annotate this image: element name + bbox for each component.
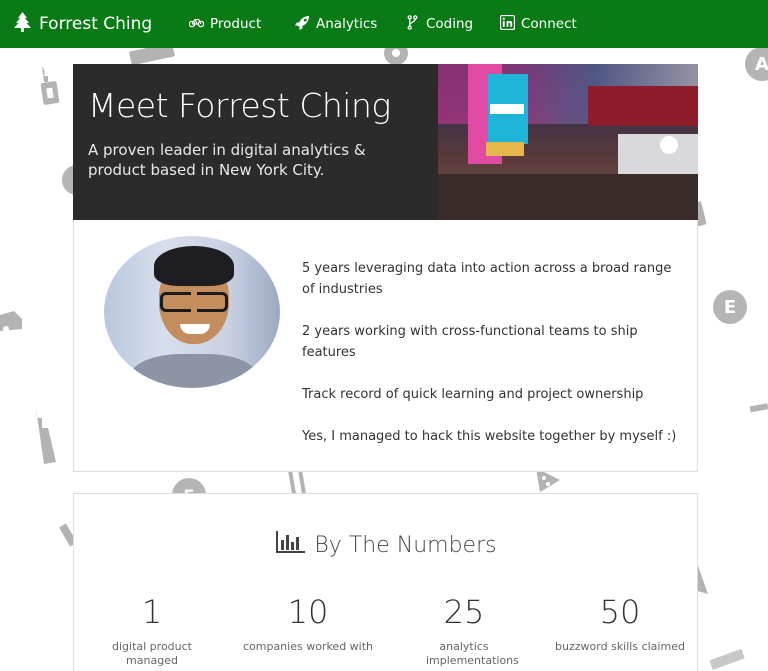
nav-product-label: Product bbox=[210, 16, 262, 32]
bar-chart-icon bbox=[276, 530, 306, 560]
stat-value: 25 bbox=[443, 593, 485, 631]
about-bullet: Yes, I managed to hack this website toge… bbox=[302, 429, 677, 444]
stat-label: analytics implementations bbox=[426, 640, 519, 667]
hero-text-panel: Meet Forrest Ching A proven leader in di… bbox=[73, 64, 438, 220]
stat-value: 1 bbox=[141, 593, 163, 631]
rocket-icon bbox=[295, 15, 310, 34]
numbers-heading: By The Numbers bbox=[74, 530, 699, 560]
profile-photo bbox=[104, 236, 280, 388]
nav-connect[interactable]: Connect bbox=[499, 0, 577, 48]
code-fork-icon bbox=[405, 14, 420, 34]
stat-label: buzzword skills claimed bbox=[555, 640, 685, 653]
tree-icon bbox=[14, 11, 31, 37]
nyc-logo-icon bbox=[708, 648, 748, 671]
nav-analytics-label: Analytics bbox=[316, 16, 378, 32]
nav-analytics[interactable]: Analytics bbox=[295, 0, 377, 48]
hero-banner: Meet Forrest Ching A proven leader in di… bbox=[73, 64, 698, 220]
nav-coding[interactable]: Coding bbox=[405, 0, 473, 48]
hero-subtitle: A proven leader in digital analytics & p… bbox=[88, 141, 366, 179]
stat-label: companies worked with bbox=[242, 640, 374, 653]
letter-a-badge: A bbox=[745, 47, 768, 81]
brand-link[interactable]: Forrest Ching bbox=[14, 0, 152, 48]
navbar: Forrest Ching Product Analytics Coding C… bbox=[0, 0, 768, 48]
letter-e-badge: E bbox=[713, 290, 747, 324]
bicycle-icon bbox=[188, 15, 205, 34]
nav-coding-label: Coding bbox=[426, 16, 474, 32]
stat-value: 10 bbox=[287, 593, 329, 631]
stat-item: 1 digital product managed bbox=[82, 592, 222, 668]
hero-title: Meet Forrest Ching bbox=[88, 86, 391, 125]
numbers-heading-text: By The Numbers bbox=[314, 532, 497, 558]
about-card: 5 years leveraging data into action acro… bbox=[73, 220, 698, 472]
stat-label: digital product managed bbox=[112, 640, 192, 667]
stat-item: 25 analytics implementations bbox=[394, 592, 534, 668]
stat-item: 50 buzzword skills claimed bbox=[550, 592, 690, 654]
about-bullet: 5 years leveraging data into action acro… bbox=[302, 261, 672, 297]
empire-state-icon bbox=[30, 408, 60, 470]
taxi-icon bbox=[0, 307, 26, 339]
about-bullet: 2 years working with cross-functional te… bbox=[302, 324, 638, 360]
lighter-icon bbox=[38, 66, 60, 110]
numbers-card: By The Numbers 1 digital product managed… bbox=[73, 493, 698, 671]
nav-product[interactable]: Product bbox=[188, 0, 262, 48]
stat-value: 50 bbox=[599, 593, 641, 631]
linkedin-icon bbox=[499, 14, 516, 34]
times-square-photo bbox=[438, 64, 698, 220]
brand-name: Forrest Ching bbox=[39, 14, 153, 34]
about-bullet: Track record of quick learning and proje… bbox=[302, 387, 644, 402]
about-bullets: 5 years leveraging data into action acro… bbox=[302, 258, 682, 468]
stat-item: 10 companies worked with bbox=[238, 592, 378, 654]
nav-connect-label: Connect bbox=[521, 16, 577, 32]
sign-icon bbox=[748, 400, 768, 419]
